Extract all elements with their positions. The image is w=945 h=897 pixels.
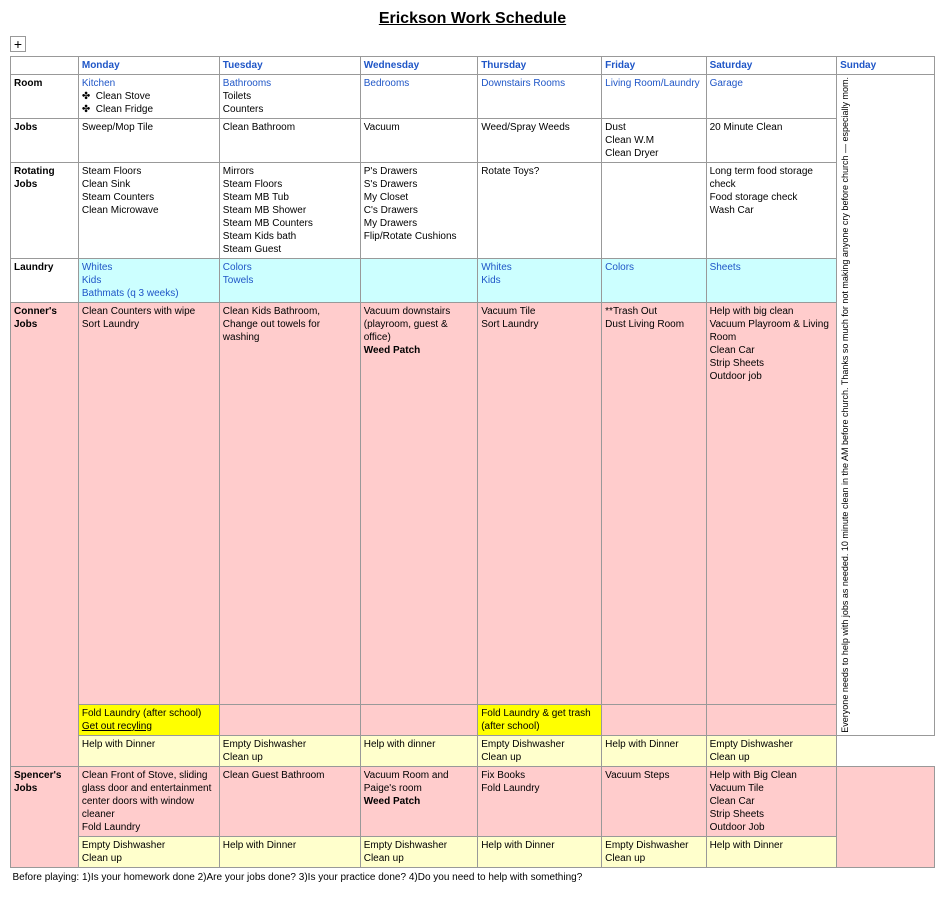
cell-laundry-tuesday: ColorsTowels [219, 259, 360, 303]
cell-rotating-wednesday: P's DrawersS's DrawersMy ClosetC's Drawe… [360, 163, 477, 259]
cell-conners-main-friday: **Trash OutDust Living Room [602, 303, 706, 705]
table-row-conners: Conner's Jobs Clean Counters with wipeSo… [11, 303, 935, 705]
cell-spencers-dinner-wednesday: Empty DishwasherClean up [360, 836, 477, 867]
cell-conners-dinner-monday: Help with Dinner [78, 735, 219, 766]
cell-spencers-dinner-monday: Empty DishwasherClean up [78, 836, 219, 867]
cell-jobs-tuesday: Clean Bathroom [219, 119, 360, 163]
cell-room-friday: Living Room/Laundry [602, 75, 706, 119]
cell-conners-fold-wednesday [360, 704, 477, 735]
footer-row: Before playing: 1)Is your homework done … [11, 867, 935, 887]
cell-laundry-saturday: Sheets [706, 259, 837, 303]
cell-rotating-tuesday: MirrorsSteam FloorsSteam MB TubSteam MB … [219, 163, 360, 259]
sunday-note-text: Everyone needs to help with jobs as need… [840, 77, 852, 733]
cell-jobs-saturday: 20 Minute Clean [706, 119, 837, 163]
table-row-conners-2: Fold Laundry (after school)Get out recyl… [11, 704, 935, 735]
col-header-monday: Monday [78, 57, 219, 75]
row-label-laundry: Laundry [11, 259, 79, 303]
cell-conners-fold-monday: Fold Laundry (after school)Get out recyl… [78, 704, 219, 735]
cell-laundry-wednesday [360, 259, 477, 303]
table-row: Laundry WhitesKidsBathmats (q 3 weeks) C… [11, 259, 935, 303]
cell-spencers-dinner-friday: Empty DishwasherClean up [602, 836, 706, 867]
cell-conners-main-tuesday: Clean Kids Bathroom,Change out towels fo… [219, 303, 360, 705]
cell-rotating-friday [602, 163, 706, 259]
cell-room-saturday: Garage [706, 75, 837, 119]
cell-spencers-sunday [837, 766, 935, 867]
cell-jobs-wednesday: Vacuum [360, 119, 477, 163]
cell-conners-main-thursday: Vacuum TileSort Laundry [478, 303, 602, 705]
cell-spencers-main-tuesday: Clean Guest Bathroom [219, 766, 360, 836]
cell-spencers-dinner-thursday: Help with Dinner [478, 836, 602, 867]
col-header-wednesday: Wednesday [360, 57, 477, 75]
cell-room-monday: Kitchen✤ Clean Stove✤ Clean Fridge [78, 75, 219, 119]
cell-conners-fold-friday [602, 704, 706, 735]
col-header-friday: Friday [602, 57, 706, 75]
cell-spencers-dinner-saturday: Help with Dinner [706, 836, 837, 867]
col-header-sunday: Sunday [837, 57, 935, 75]
cell-conners-dinner-wednesday: Help with dinner [360, 735, 477, 766]
table-row: Jobs Sweep/Mop Tile Clean Bathroom Vacuu… [11, 119, 935, 163]
cell-rotating-saturday: Long term food storage checkFood storage… [706, 163, 837, 259]
cell-conners-fold-thursday: Fold Laundry & get trash (after school) [478, 704, 602, 735]
cell-conners-main-saturday: Help with big cleanVacuum Playroom & Liv… [706, 303, 837, 705]
cell-sunday-note: Everyone needs to help with jobs as need… [837, 75, 935, 736]
cell-spencers-main-monday: Clean Front of Stove, sliding glass door… [78, 766, 219, 836]
table-row-spencers-2: Empty DishwasherClean up Help with Dinne… [11, 836, 935, 867]
cell-rotating-thursday: Rotate Toys? [478, 163, 602, 259]
col-header-saturday: Saturday [706, 57, 837, 75]
cell-spencers-main-saturday: Help with Big CleanVacuum TileClean CarS… [706, 766, 837, 836]
cell-room-wednesday: Bedrooms [360, 75, 477, 119]
cell-conners-main-monday: Clean Counters with wipeSort Laundry [78, 303, 219, 705]
col-header-tuesday: Tuesday [219, 57, 360, 75]
cell-spencers-dinner-tuesday: Help with Dinner [219, 836, 360, 867]
row-label-spencers: Spencer's Jobs [11, 766, 79, 867]
footer-text: Before playing: 1)Is your homework done … [11, 867, 935, 887]
col-header-label [11, 57, 79, 75]
cell-room-thursday: Downstairs Rooms [478, 75, 602, 119]
table-row: Room Kitchen✤ Clean Stove✤ Clean Fridge … [11, 75, 935, 119]
cell-spencers-main-thursday: Fix BooksFold Laundry [478, 766, 602, 836]
cell-conners-dinner-saturday: Empty DishwasherClean up [706, 735, 837, 766]
cell-spencers-main-friday: Vacuum Steps [602, 766, 706, 836]
row-label-room: Room [11, 75, 79, 119]
cell-jobs-friday: DustClean W.MClean Dryer [602, 119, 706, 163]
col-header-thursday: Thursday [478, 57, 602, 75]
row-label-conners: Conner's Jobs [11, 303, 79, 767]
cell-jobs-monday: Sweep/Mop Tile [78, 119, 219, 163]
cell-conners-fold-tuesday [219, 704, 360, 735]
cell-conners-dinner-friday: Help with Dinner [602, 735, 706, 766]
cell-rotating-monday: Steam FloorsClean SinkSteam CountersClea… [78, 163, 219, 259]
table-row-spencers: Spencer's Jobs Clean Front of Stove, sli… [11, 766, 935, 836]
row-label-jobs: Jobs [11, 119, 79, 163]
cell-conners-fold-saturday [706, 704, 837, 735]
page-title: Erickson Work Schedule [10, 10, 935, 28]
cell-conners-dinner-thursday: Empty DishwasherClean up [478, 735, 602, 766]
cell-room-tuesday: BathroomsToiletsCounters [219, 75, 360, 119]
table-row: Rotating Jobs Steam FloorsClean SinkStea… [11, 163, 935, 259]
cell-laundry-friday: Colors [602, 259, 706, 303]
add-button[interactable]: + [10, 36, 26, 52]
table-row-conners-3: Help with Dinner Empty DishwasherClean u… [11, 735, 935, 766]
cell-conners-dinner-tuesday: Empty DishwasherClean up [219, 735, 360, 766]
cell-laundry-thursday: WhitesKids [478, 259, 602, 303]
cell-laundry-monday: WhitesKidsBathmats (q 3 weeks) [78, 259, 219, 303]
cell-spencers-main-wednesday: Vacuum Room and Paige's roomWeed Patch [360, 766, 477, 836]
cell-jobs-thursday: Weed/Spray Weeds [478, 119, 602, 163]
cell-conners-main-wednesday: Vacuum downstairs (playroom, guest & off… [360, 303, 477, 705]
row-label-rotating: Rotating Jobs [11, 163, 79, 259]
